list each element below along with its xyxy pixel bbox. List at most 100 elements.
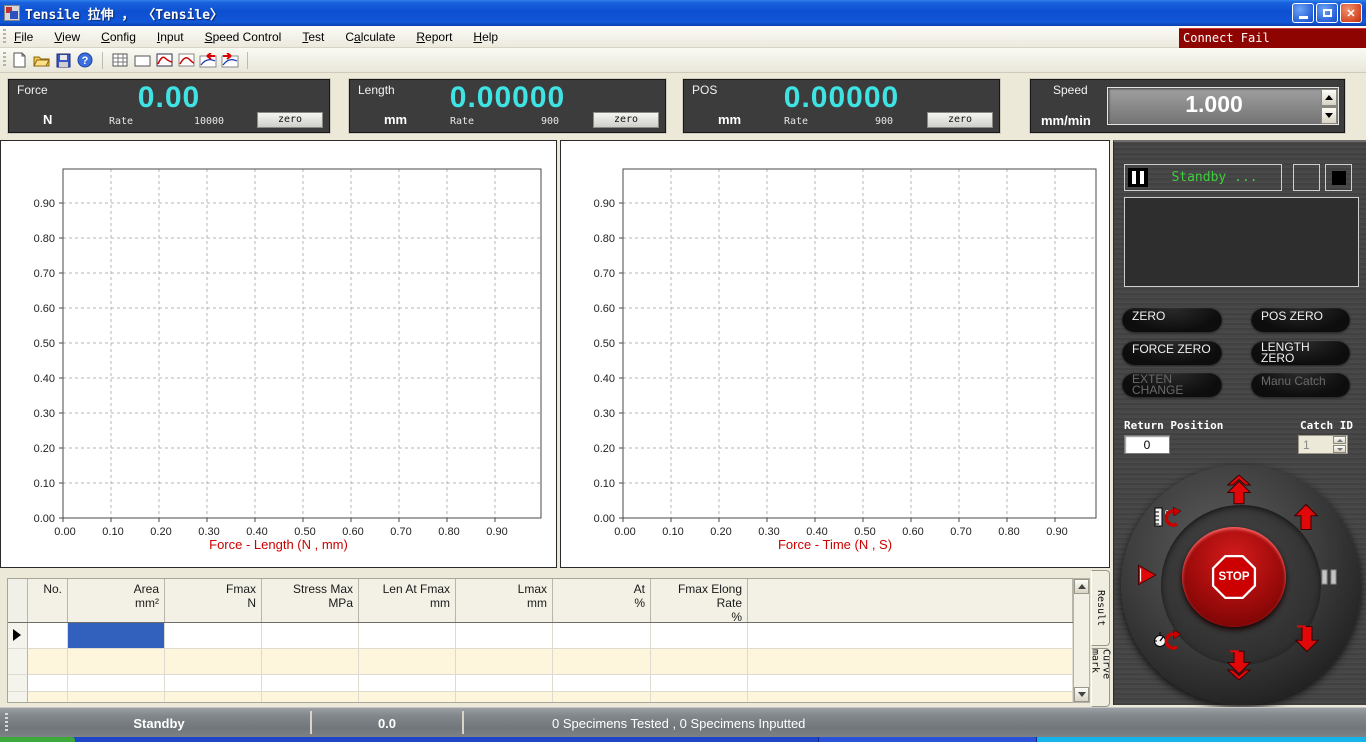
exten-change-button[interactable]: EXTEN CHANGE <box>1122 372 1222 397</box>
table-cell[interactable] <box>28 692 68 702</box>
zero-button[interactable]: ZERO <box>1122 307 1222 332</box>
table-cell[interactable] <box>359 623 456 649</box>
start-button[interactable] <box>0 737 75 742</box>
stop-button[interactable]: STOP <box>1182 527 1286 627</box>
close-button[interactable]: ✕ <box>1340 3 1362 23</box>
menu-item-file[interactable]: File <box>14 30 33 44</box>
catch-id-down-button[interactable] <box>1333 445 1346 453</box>
help-icon[interactable]: ? <box>76 51 94 69</box>
menu-item-view[interactable]: View <box>54 30 80 44</box>
table-cell[interactable] <box>748 623 1073 649</box>
up-arrow-icon[interactable] <box>1290 501 1322 533</box>
table-cell[interactable] <box>68 692 165 702</box>
manu-catch-button[interactable]: Manu Catch <box>1251 372 1350 397</box>
row-selector[interactable] <box>8 649 28 675</box>
new-document-icon[interactable] <box>10 51 28 69</box>
table-cell[interactable] <box>359 675 456 692</box>
table-cell[interactable] <box>456 675 553 692</box>
table-cell[interactable] <box>262 623 359 649</box>
curve-chart-icon[interactable] <box>177 51 195 69</box>
gauge-rotate-icon[interactable] <box>1151 624 1183 656</box>
force-zero-panel-button[interactable]: FORCE ZERO <box>1122 340 1222 365</box>
menu-item-calculate[interactable]: Calculate <box>345 30 395 44</box>
catch-id-up-button[interactable] <box>1333 436 1346 444</box>
down-arrow-icon[interactable] <box>1291 623 1323 655</box>
pos-zero-button[interactable]: POS ZERO <box>1251 307 1350 332</box>
table-cell[interactable] <box>359 649 456 675</box>
speed-increase-button[interactable] <box>1321 89 1337 106</box>
table-scrollbar[interactable] <box>1073 578 1090 703</box>
table-cell[interactable] <box>651 692 748 702</box>
column-header[interactable]: At % <box>553 579 651 622</box>
menu-item-config[interactable]: Config <box>101 30 136 44</box>
table-cell[interactable] <box>262 675 359 692</box>
menu-item-report[interactable]: Report <box>416 30 452 44</box>
table-cell[interactable] <box>651 623 748 649</box>
length-zero-button[interactable]: zero <box>593 112 659 128</box>
column-header[interactable]: Stress Max MPa <box>262 579 359 622</box>
table-cell[interactable] <box>262 692 359 702</box>
return-position-input[interactable]: 0 <box>1124 435 1170 454</box>
save-icon[interactable] <box>54 51 72 69</box>
curve-export-icon[interactable] <box>221 51 239 69</box>
table-cell[interactable] <box>651 675 748 692</box>
table-cell[interactable] <box>748 675 1073 692</box>
scroll-up-icon[interactable] <box>1074 579 1089 594</box>
table-cell[interactable] <box>68 675 165 692</box>
table-cell[interactable] <box>553 692 651 702</box>
table-cell[interactable] <box>165 675 262 692</box>
speed-spinner[interactable]: 1.000 <box>1107 87 1339 125</box>
menu-item-help[interactable]: Help <box>473 30 498 44</box>
toolbar-grip[interactable] <box>3 52 6 68</box>
table-cell[interactable] <box>651 649 748 675</box>
menu-item-test[interactable]: Test <box>302 30 324 44</box>
table-cell[interactable] <box>359 692 456 702</box>
catch-id-spinner[interactable]: 1 <box>1298 435 1348 454</box>
table-cell[interactable] <box>456 623 553 649</box>
column-header[interactable]: Fmax Elong Rate % <box>651 579 748 624</box>
table-cell[interactable] <box>553 649 651 675</box>
table-cell[interactable] <box>68 623 165 649</box>
table-cell[interactable] <box>456 692 553 702</box>
table-cell[interactable] <box>28 675 68 692</box>
fast-down-arrow-icon[interactable] <box>1223 649 1255 681</box>
ruler-rotate-icon[interactable]: 0 <box>1151 501 1183 533</box>
curve-chart-framed-icon[interactable] <box>155 51 173 69</box>
open-folder-icon[interactable] <box>32 51 50 69</box>
column-header[interactable]: Lmax mm <box>456 579 553 622</box>
pos-zero-button[interactable]: zero <box>927 112 993 128</box>
stop-indicator-box[interactable] <box>1325 164 1352 191</box>
table-cell[interactable] <box>165 649 262 675</box>
column-header[interactable]: No. <box>28 579 68 622</box>
column-header[interactable]: Len At Fmax mm <box>359 579 456 622</box>
force-zero-button[interactable]: zero <box>257 112 323 128</box>
table-cell[interactable] <box>748 649 1073 675</box>
speed-decrease-button[interactable] <box>1321 107 1337 124</box>
play-icon[interactable] <box>1130 559 1162 591</box>
length-zero-panel-button[interactable]: LENGTH ZERO <box>1251 340 1350 365</box>
grid-icon[interactable] <box>111 51 129 69</box>
indicator-box-empty[interactable] <box>1293 164 1320 191</box>
rectangle-icon[interactable] <box>133 51 151 69</box>
menubar-grip[interactable] <box>3 29 6 44</box>
column-header[interactable]: Area mm² <box>68 579 165 622</box>
pause-icon[interactable] <box>1313 561 1345 593</box>
column-header[interactable]: Fmax N <box>165 579 262 622</box>
tab-result[interactable]: Result <box>1091 570 1110 646</box>
table-cell[interactable] <box>28 623 68 649</box>
scroll-down-icon[interactable] <box>1074 687 1089 702</box>
table-cell[interactable] <box>553 675 651 692</box>
table-cell[interactable] <box>28 649 68 675</box>
row-selector[interactable] <box>8 675 28 692</box>
table-cell[interactable] <box>456 649 553 675</box>
row-selector[interactable] <box>8 623 28 649</box>
taskbar-segment[interactable] <box>818 737 1036 742</box>
restore-button[interactable] <box>1316 3 1338 23</box>
menu-item-input[interactable]: Input <box>157 30 184 44</box>
table-cell[interactable] <box>748 692 1073 702</box>
table-cell[interactable] <box>165 623 262 649</box>
column-header[interactable] <box>748 579 1073 622</box>
menu-item-speed-control[interactable]: Speed Control <box>205 30 282 44</box>
table-cell[interactable] <box>68 649 165 675</box>
table-cell[interactable] <box>262 649 359 675</box>
